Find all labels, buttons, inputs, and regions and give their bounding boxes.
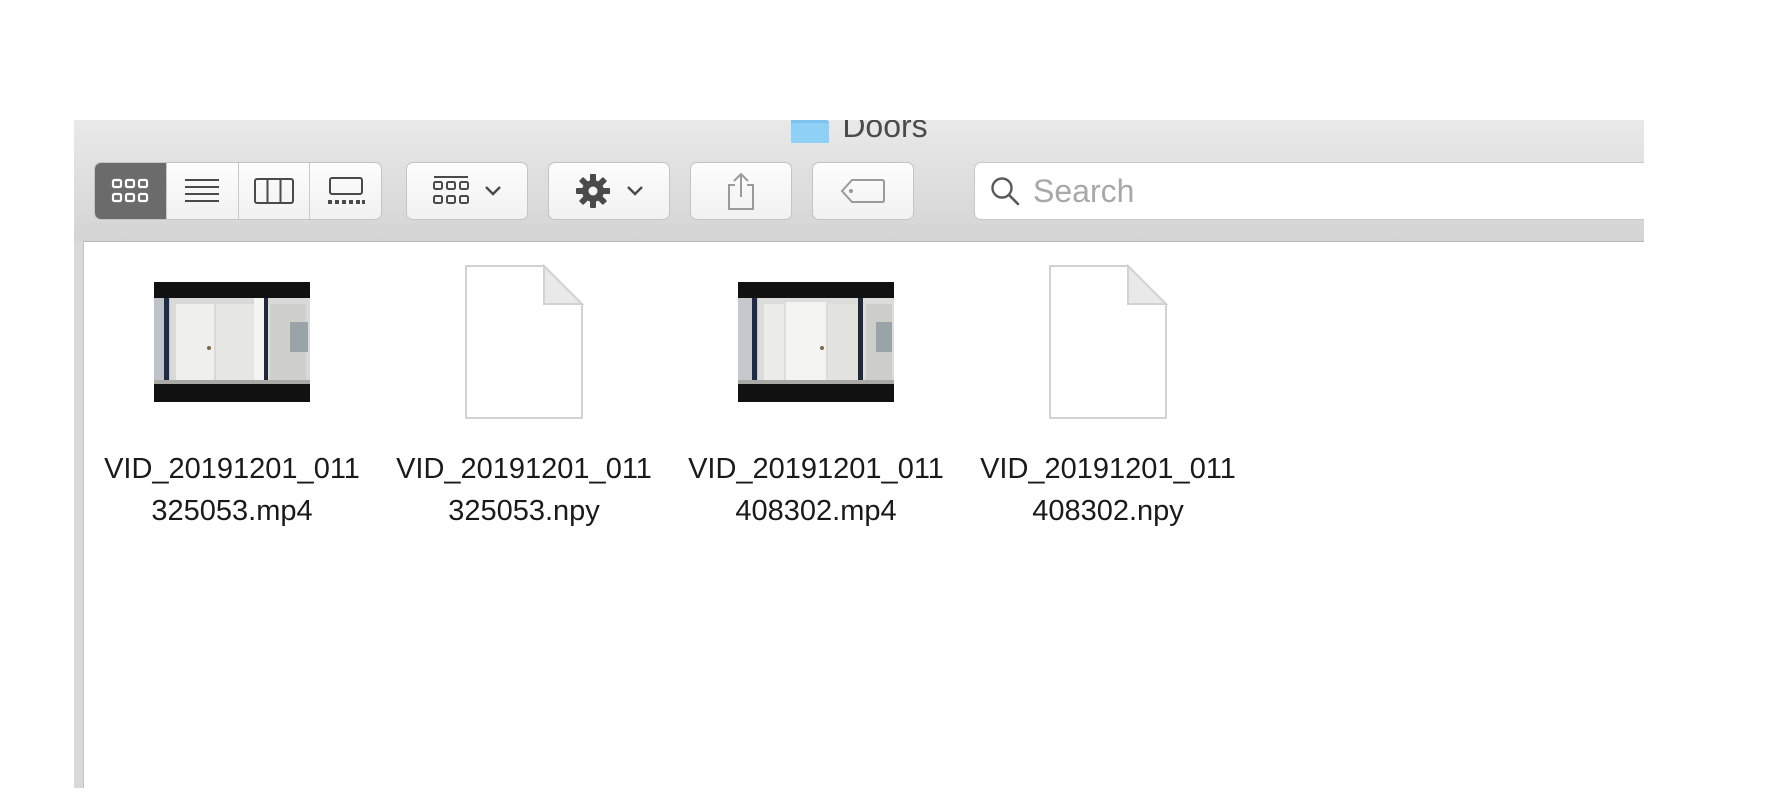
- window-title-text: Doors: [842, 120, 928, 144]
- finder-window: Doors Search VID_20191201_011 325053.mp4…: [74, 120, 1644, 788]
- file-name: VID_20191201_011 408302.mp4: [681, 448, 951, 532]
- tag-button[interactable]: [812, 162, 914, 220]
- gallery-icon: [327, 177, 365, 204]
- columns-icon: [253, 178, 294, 204]
- share-button[interactable]: [690, 162, 792, 220]
- toolbar: Doors Search: [74, 120, 1644, 242]
- file-name-line1: VID_20191201_011: [688, 453, 944, 485]
- group-grid-icon: [433, 176, 469, 204]
- file-item[interactable]: VID_20191201_011 408302.mp4: [681, 262, 951, 532]
- icon-view-button[interactable]: [95, 163, 167, 219]
- folder-icon: [791, 120, 830, 143]
- file-item[interactable]: VID_20191201_011 325053.npy: [389, 262, 659, 532]
- search-icon: [991, 177, 1020, 206]
- list-icon: [185, 179, 220, 202]
- group-button[interactable]: [406, 162, 528, 220]
- chevron-down-icon: [485, 186, 501, 196]
- file-item[interactable]: VID_20191201_011 408302.npy: [973, 262, 1243, 532]
- column-view-button[interactable]: [239, 163, 311, 219]
- video-thumbnail: [154, 282, 310, 402]
- search-placeholder: Search: [1033, 172, 1135, 209]
- document-icon: [465, 263, 585, 419]
- file-name: VID_20191201_011 325053.mp4: [97, 448, 367, 532]
- file-name-line2: 408302.mp4: [735, 495, 897, 527]
- search-field[interactable]: Search: [974, 162, 1644, 220]
- grid-icon: [112, 178, 149, 203]
- chevron-down-icon: [627, 186, 643, 196]
- file-name-line2: 408302.npy: [1032, 495, 1184, 527]
- share-icon: [728, 172, 754, 210]
- document-icon: [1049, 263, 1169, 419]
- file-name-line1: VID_20191201_011: [104, 453, 360, 485]
- view-mode-control: [94, 162, 382, 220]
- gear-icon: [576, 174, 610, 208]
- gallery-view-button[interactable]: [310, 163, 381, 219]
- file-name: VID_20191201_011 408302.npy: [973, 448, 1243, 532]
- file-name-line1: VID_20191201_011: [980, 453, 1236, 485]
- list-view-button[interactable]: [167, 163, 239, 219]
- file-name: VID_20191201_011 325053.npy: [389, 448, 659, 532]
- file-item[interactable]: VID_20191201_011 325053.mp4: [97, 262, 367, 532]
- file-name-line1: VID_20191201_011: [396, 453, 652, 485]
- window-title: Doors: [74, 120, 1644, 146]
- file-name-line2: 325053.npy: [448, 495, 600, 527]
- file-name-line2: 325053.mp4: [151, 495, 313, 527]
- window-left-edge: [74, 241, 84, 788]
- tag-icon: [840, 179, 885, 203]
- action-button[interactable]: [548, 162, 670, 220]
- video-thumbnail: [738, 282, 894, 402]
